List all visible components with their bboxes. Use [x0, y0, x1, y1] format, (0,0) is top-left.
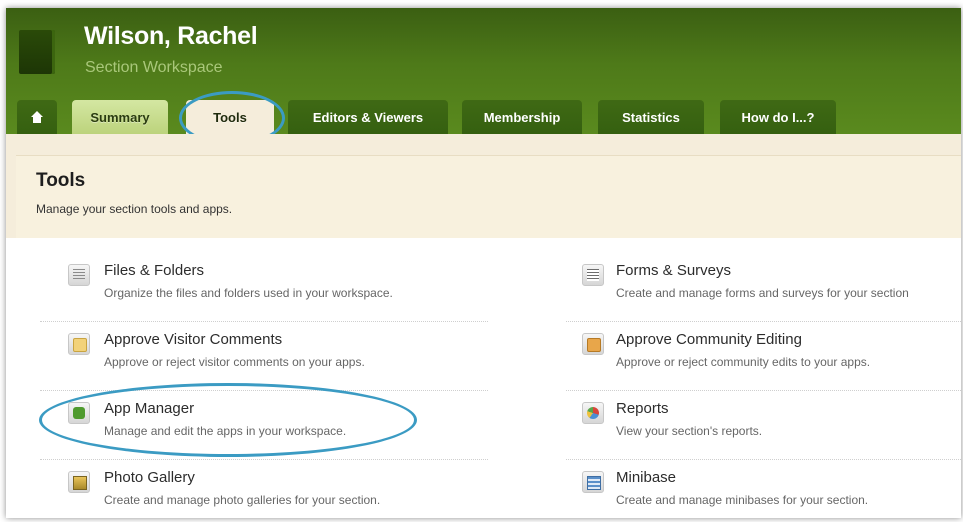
tab-how-do-i[interactable]: How do I...? [720, 100, 836, 134]
tools-heading-box: Tools Manage your section tools and apps… [16, 155, 961, 239]
tool-minibase[interactable]: Minibase Create and manage minibases for… [16, 445, 961, 513]
workspace-title: Wilson, Rachel [84, 22, 258, 50]
tool-description: Approve or reject community edits to you… [616, 355, 871, 369]
tab-statistics[interactable]: Statistics [598, 100, 704, 134]
tab-summary[interactable]: Summary [72, 100, 168, 134]
app-window: Wilson, Rachel Section Workspace Summary… [6, 8, 961, 518]
tab-label: Membership [483, 109, 561, 125]
tool-name[interactable]: Reports [616, 400, 669, 417]
page-title: Tools [36, 170, 86, 191]
workspace-subtitle: Section Workspace [85, 59, 223, 76]
tab-membership[interactable]: Membership [462, 100, 582, 134]
tool-name[interactable]: Forms & Surveys [616, 262, 731, 279]
app-manager-highlight [39, 383, 417, 457]
tab-label: Summary [90, 109, 150, 125]
tool-name[interactable]: Approve Community Editing [616, 331, 802, 348]
tab-label: Statistics [622, 109, 680, 125]
tool-description: Create and manage forms and surveys for … [616, 286, 909, 300]
page-description: Manage your section tools and apps. [36, 202, 233, 216]
tab-bar: Summary Tools Editors & Viewers Membersh… [6, 100, 961, 134]
tab-editors-viewers[interactable]: Editors & Viewers [288, 100, 448, 134]
workspace-logo [19, 30, 55, 74]
tools-panel-header: Tools Manage your section tools and apps… [6, 134, 961, 239]
tool-approve-community-editing[interactable]: Approve Community Editing Approve or rej… [16, 307, 961, 375]
tab-label: How do I...? [741, 109, 815, 125]
forms-surveys-icon [582, 264, 604, 286]
minibase-icon [582, 471, 604, 493]
reports-chart-icon [582, 402, 604, 424]
tools-list: Files & Folders Organize the files and f… [16, 238, 961, 518]
tab-label: Editors & Viewers [312, 109, 424, 125]
tab-home[interactable] [17, 100, 57, 134]
tool-forms-surveys[interactable]: Forms & Surveys Create and manage forms … [16, 238, 961, 306]
community-edit-icon [582, 333, 604, 355]
workspace-header: Wilson, Rachel Section Workspace Summary… [6, 8, 961, 134]
tool-name[interactable]: Minibase [616, 469, 676, 486]
tool-description: Create and manage minibases for your sec… [616, 493, 869, 507]
tool-description: View your section's reports. [616, 424, 763, 438]
home-icon [30, 111, 44, 123]
